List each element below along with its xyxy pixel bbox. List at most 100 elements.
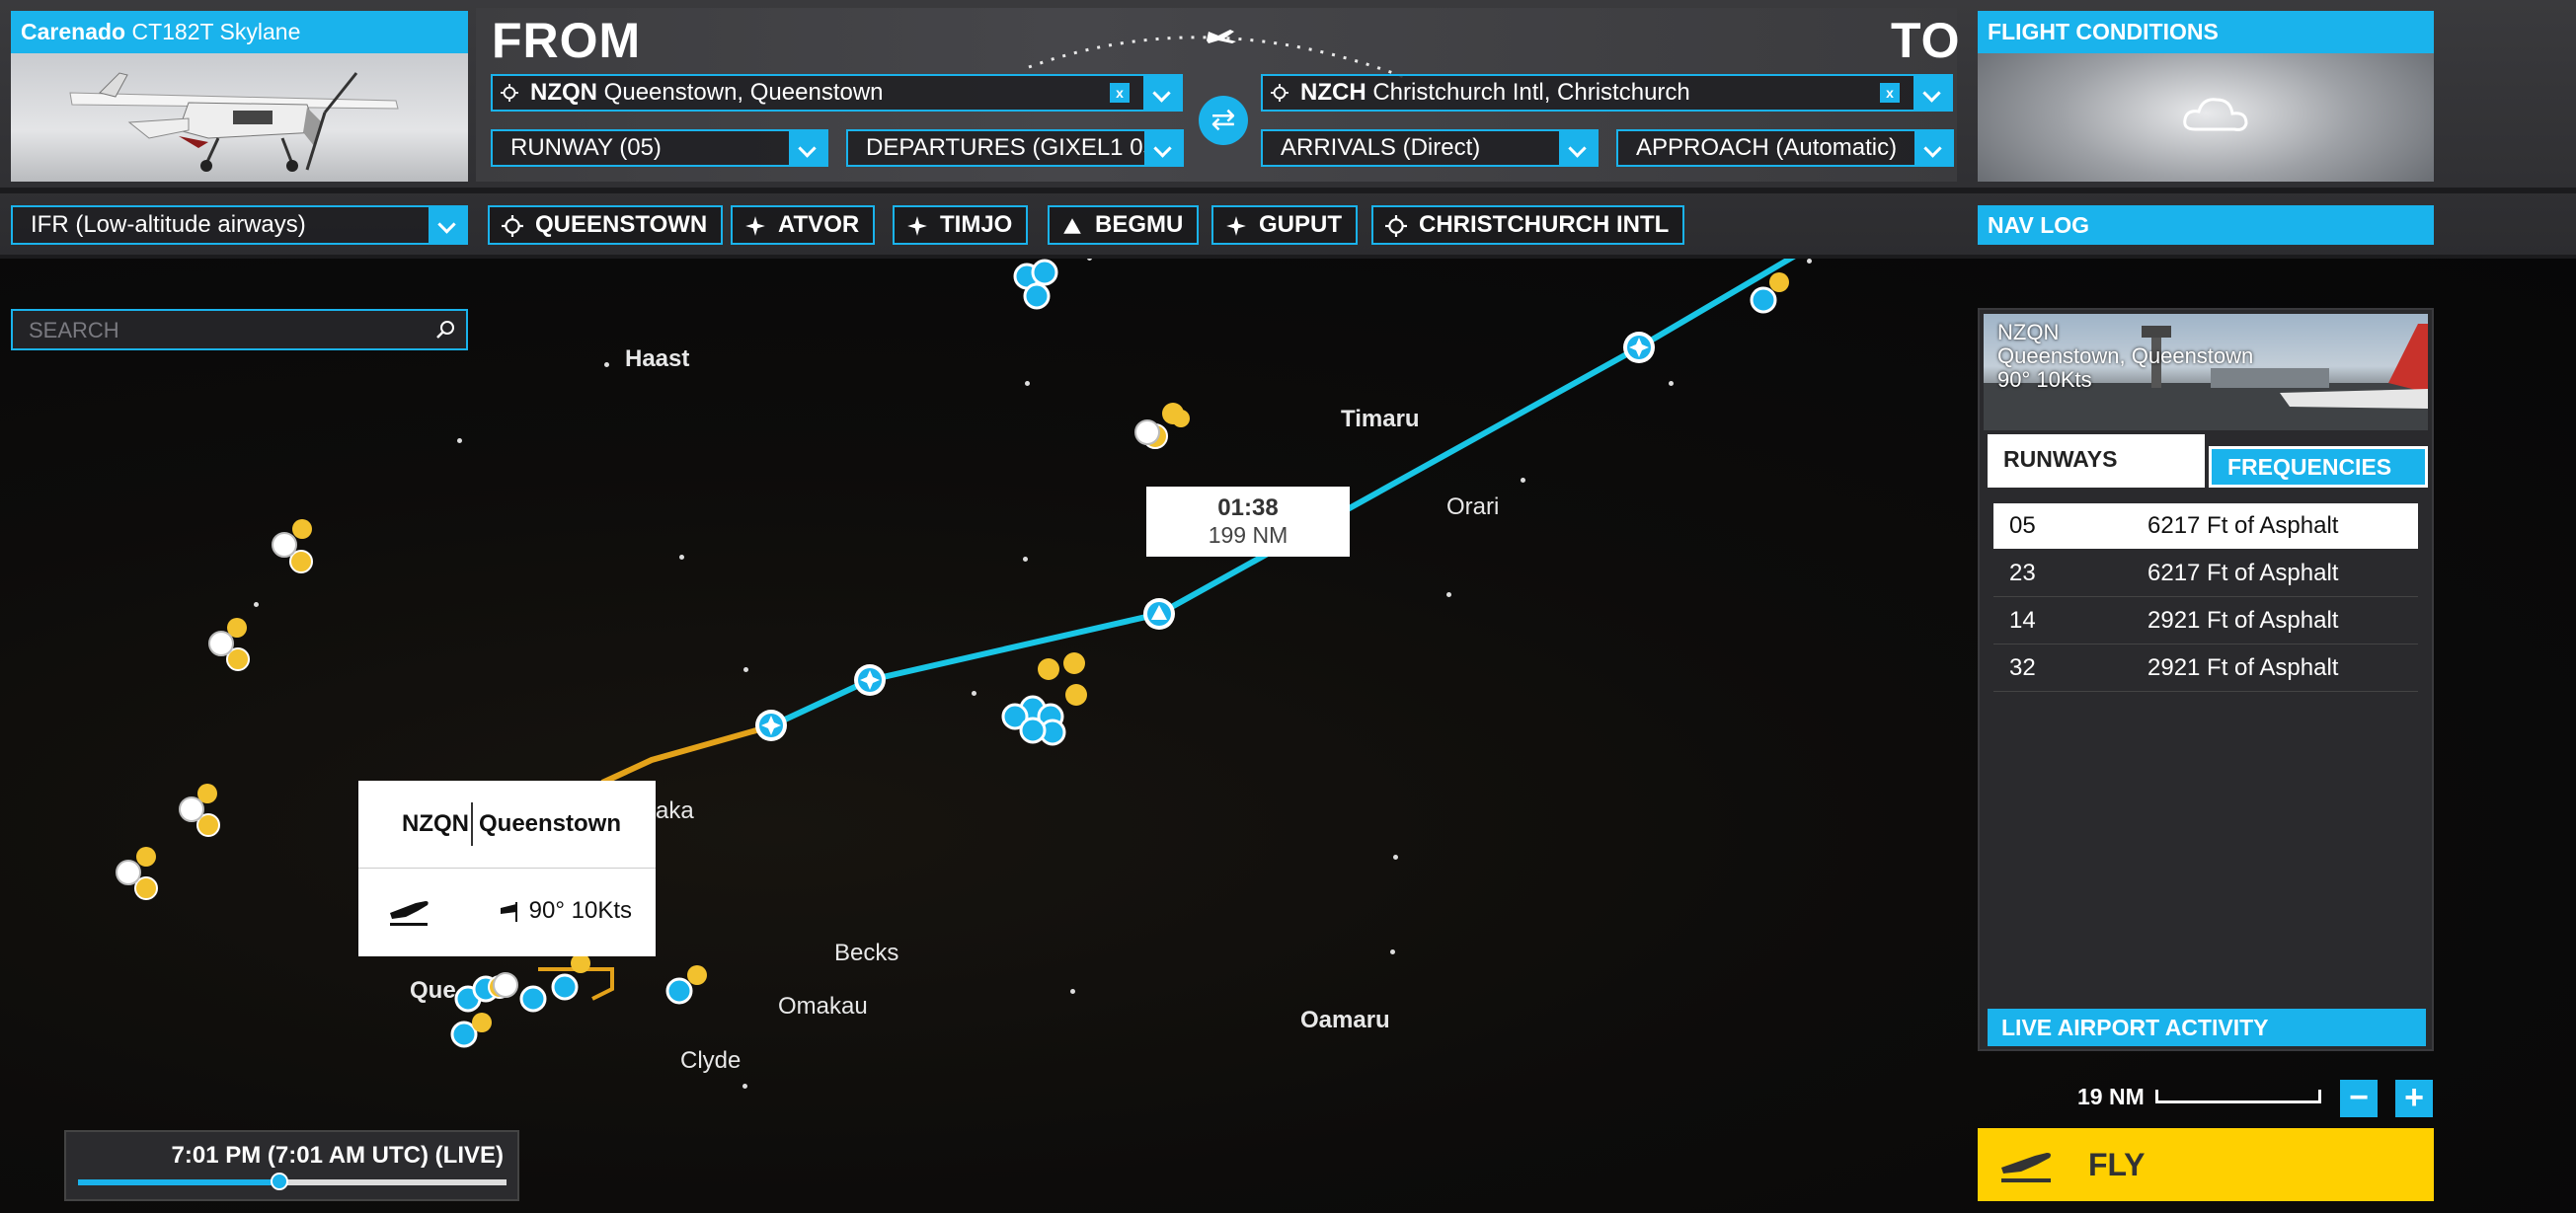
airport-popup-name: Queenstown (479, 810, 622, 837)
time-slider[interactable] (78, 1173, 507, 1190)
waypoint-star-icon (745, 216, 765, 236)
nav-log-button[interactable]: NAV LOG (1978, 205, 2434, 245)
airport-info-panel: NZQN Queenstown, Queenstown 90° 10Kts RU… (1978, 308, 2434, 1051)
top-bar-divider (0, 255, 2576, 259)
map-label-clyde: Clyde (680, 1047, 742, 1074)
time-of-day-control: 7:01 PM (7:01 AM UTC) (LIVE) (64, 1130, 519, 1201)
aircraft-card[interactable]: Carenado CT182T Skylane (11, 11, 468, 182)
departure-procedure-dropdown-button[interactable] (1144, 131, 1182, 165)
departure-dropdown-button[interactable] (1143, 76, 1181, 110)
airport-info-wind: 90° 10Kts (1997, 367, 2092, 392)
aircraft-illustration-icon (69, 72, 399, 172)
zoom-in-button[interactable]: + (2395, 1080, 2433, 1117)
clear-arrival-button[interactable]: x (1880, 83, 1900, 103)
route-waypoint-icon (1623, 332, 1655, 363)
airport-icon (502, 215, 523, 237)
waypoint-label: GUPUT (1259, 211, 1342, 238)
waypoint-label: ATVOR (778, 211, 860, 238)
waypoint-christchurch-intl[interactable]: CHRISTCHURCH INTL (1371, 205, 1685, 245)
map-city-dot (1521, 478, 1525, 483)
triangle-icon (1063, 218, 1081, 234)
approach-select[interactable]: APPROACH (Automatic) (1616, 129, 1954, 167)
flight-type-select[interactable]: IFR (Low-altitude airways) (11, 205, 468, 245)
top-bar-divider (0, 188, 2576, 193)
runway-select-value: RUNWAY (05) (510, 134, 662, 161)
map-city-dot (1393, 855, 1398, 860)
runway-id: 14 (2009, 607, 2036, 634)
arrival-procedure-select[interactable]: ARRIVALS (Direct) (1261, 129, 1599, 167)
time-slider-handle[interactable] (270, 1173, 288, 1190)
zoom-out-button[interactable]: − (2340, 1080, 2378, 1117)
departure-airport-field[interactable]: NZQN Queenstown, Queenstown x (491, 74, 1183, 112)
map-label-orari: Orari (1446, 493, 1500, 520)
waypoint-label: TIMJO (940, 211, 1013, 238)
cloud-icon (2183, 98, 2248, 131)
flight-type-dropdown-button[interactable] (429, 207, 466, 243)
tab-runways[interactable]: RUNWAYS (1988, 434, 2205, 488)
map-city-dot (742, 1084, 747, 1089)
runway-dropdown-button[interactable] (789, 131, 826, 165)
route-waypoint-icon (755, 710, 787, 741)
waypoint-star-icon (907, 216, 927, 236)
leg-distance: 199 NM (1208, 522, 1288, 548)
arrival-procedure-dropdown-button[interactable] (1559, 131, 1597, 165)
flight-conditions-card[interactable]: FLIGHT CONDITIONS (1978, 11, 2434, 182)
runway-select[interactable]: RUNWAY (05) (491, 129, 828, 167)
arrival-procedure-value: ARRIVALS (Direct) (1281, 134, 1481, 161)
departure-procedure-value: DEPARTURES (GIXEL1 05) (866, 134, 1164, 161)
arrival-airport-name: Christchurch Intl, Christchurch (1372, 79, 1690, 106)
departure-procedure-select[interactable]: DEPARTURES (GIXEL1 05) (846, 129, 1184, 167)
map-label-queenstown: Que (410, 977, 456, 1004)
map-city-dot (1446, 592, 1451, 597)
tab-frequencies[interactable]: FREQUENCIES (2209, 446, 2428, 488)
runway-desc: 2921 Ft of Asphalt (2147, 654, 2339, 681)
airport-popup[interactable]: NZQN Queenstown 90° 10Kts (358, 781, 656, 956)
waypoint-begmu[interactable]: BEGMU (1048, 205, 1200, 245)
runway-row[interactable]: 05 6217 Ft of Asphalt (1993, 503, 2418, 549)
aircraft-image (11, 53, 468, 182)
map-label-partial: aka (656, 797, 694, 824)
flight-type-value: IFR (Low-altitude airways) (31, 211, 306, 238)
map-city-dot (1807, 259, 1812, 264)
fly-button[interactable]: FLY (1978, 1128, 2434, 1201)
airport-popup-wind-value: 90° 10Kts (528, 897, 633, 924)
waypoint-star-icon (1226, 216, 1246, 236)
airport-popup-code: NZQN (402, 810, 469, 837)
waypoint-atvor[interactable]: ATVOR (731, 205, 876, 245)
time-label: 7:01 PM (7:01 AM UTC) (LIVE) (171, 1142, 504, 1169)
map-scale-bar (2155, 1090, 2321, 1103)
map-city-dot (1070, 989, 1075, 994)
map-city-dot (457, 438, 462, 443)
map-city-dot (254, 602, 259, 607)
runway-row[interactable]: 14 2921 Ft of Asphalt (1993, 598, 2418, 644)
departure-airport-code: NZQN (530, 79, 597, 106)
waypoint-timjo[interactable]: TIMJO (893, 205, 1029, 245)
waypoint-queenstown[interactable]: QUEENSTOWN (488, 205, 724, 245)
live-airport-activity-button[interactable]: LIVE AIRPORT ACTIVITY (1988, 1009, 2426, 1046)
search-box (11, 309, 468, 350)
swap-route-button[interactable]: ⇄ (1199, 96, 1248, 145)
map-label-becks: Becks (834, 940, 899, 966)
runway-row[interactable]: 23 6217 Ft of Asphalt (1993, 551, 2418, 597)
arrival-airport-field[interactable]: NZCH Christchurch Intl, Christchurch x (1261, 74, 1953, 112)
location-target-icon (1271, 84, 1288, 102)
map-city-dot (743, 667, 748, 672)
map-city-dot (972, 691, 976, 696)
runway-row[interactable]: 32 2921 Ft of Asphalt (1993, 645, 2418, 692)
map-city-dot (1025, 381, 1030, 386)
airport-info-name: Queenstown, Queenstown (1997, 343, 2254, 368)
airport-info-code: NZQN (1997, 320, 2060, 344)
to-heading: TO (1891, 13, 1961, 68)
clear-departure-button[interactable]: x (1110, 83, 1130, 103)
time-slider-fill (78, 1179, 279, 1185)
search-input[interactable] (27, 311, 426, 350)
airport-icon (1385, 215, 1407, 237)
arrival-dropdown-button[interactable] (1913, 76, 1951, 110)
search-icon[interactable] (434, 319, 456, 341)
map-label-timaru: Timaru (1341, 406, 1420, 432)
waypoint-guput[interactable]: GUPUT (1211, 205, 1358, 245)
departure-route-line (600, 723, 771, 786)
approach-dropdown-button[interactable] (1914, 131, 1952, 165)
waypoint-label: BEGMU (1095, 211, 1184, 238)
runway-id: 05 (2009, 512, 2036, 539)
